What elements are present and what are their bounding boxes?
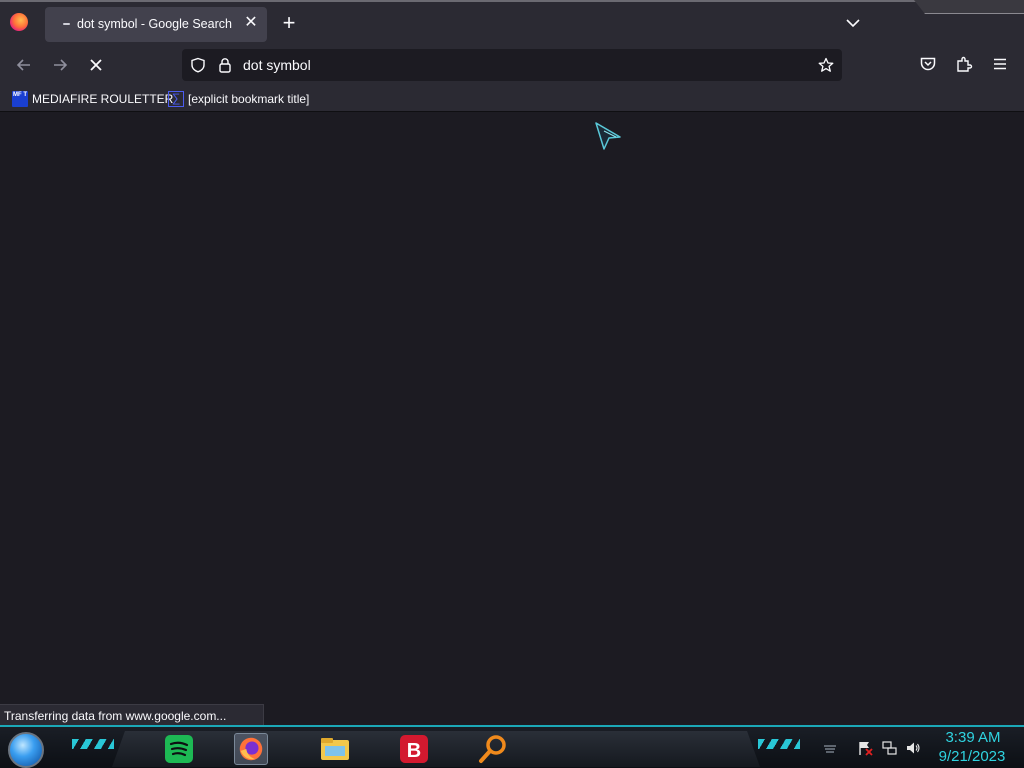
list-all-tabs-icon[interactable] [844, 14, 862, 32]
file-explorer-icon[interactable] [318, 733, 352, 765]
lock-icon[interactable] [217, 57, 233, 73]
bookmarks-toolbar: MF T MEDIAFIRE ROULETTER ∑ [explicit boo… [0, 86, 1024, 112]
mediafire-icon: MF T [12, 91, 28, 107]
search-magnifier-icon[interactable] [476, 733, 510, 765]
network-icon[interactable] [881, 740, 897, 756]
bookmark-label: [explicit bookmark title] [188, 92, 310, 106]
svg-text:B: B [407, 740, 421, 762]
mouse-cursor-icon [595, 122, 621, 150]
taskbar: B 3:39 AM 9/21/2023 [0, 725, 1024, 768]
bookmark-mediafire-rouletter[interactable]: MF T MEDIAFIRE ROULETTER [12, 90, 173, 108]
forward-icon[interactable] [49, 54, 71, 76]
pocket-icon[interactable] [919, 55, 937, 73]
window-frame-decoration [914, 0, 1024, 14]
bookmark-label: MEDIAFIRE ROULETTER [32, 92, 174, 106]
volume-icon[interactable] [905, 740, 921, 756]
back-icon[interactable] [13, 54, 35, 76]
tab-active[interactable]: dot symbol - Google Search ✕ [45, 7, 267, 42]
tab-strip: dot symbol - Google Search ✕ + [0, 0, 1024, 44]
new-tab-button[interactable]: + [278, 12, 300, 34]
loading-favicon-icon [63, 23, 70, 25]
status-panel: Transferring data from www.google.com... [0, 704, 264, 727]
status-text: Transferring data from www.google.com... [4, 709, 227, 723]
navigation-toolbar: dot symbol [0, 44, 1024, 86]
stop-loading-icon[interactable] [85, 54, 107, 76]
hamburger-menu-icon[interactable] [991, 55, 1009, 73]
clock-date[interactable]: 9/21/2023 [934, 748, 1010, 765]
tab-title: dot symbol - Google Search [77, 17, 232, 31]
start-button[interactable] [8, 732, 44, 768]
bitdefender-icon[interactable]: B [397, 733, 431, 765]
bookmark-second[interactable]: ∑ [explicit bookmark title] [168, 90, 309, 108]
url-input-text[interactable]: dot symbol [243, 57, 311, 73]
tracking-protection-shield-icon[interactable] [190, 57, 206, 73]
firefox-taskbar-icon[interactable] [234, 733, 268, 765]
show-hidden-icons-icon[interactable] [822, 740, 838, 756]
taskbar-decoration-right [758, 739, 800, 749]
taskbar-decoration [72, 739, 114, 749]
sigma-icon: ∑ [168, 91, 184, 107]
extensions-puzzle-icon[interactable] [955, 55, 973, 73]
address-bar[interactable]: dot symbol [182, 49, 842, 81]
taskbar-apps-band [112, 731, 760, 767]
close-tab-icon[interactable]: ✕ [243, 15, 259, 31]
spotify-icon[interactable] [162, 733, 196, 765]
bookmark-star-icon[interactable] [818, 57, 834, 73]
action-center-flag-icon[interactable] [857, 740, 873, 756]
page-content-loading[interactable] [0, 113, 1024, 725]
clock-time[interactable]: 3:39 AM [936, 729, 1010, 746]
firefox-menu-icon[interactable] [10, 13, 28, 31]
